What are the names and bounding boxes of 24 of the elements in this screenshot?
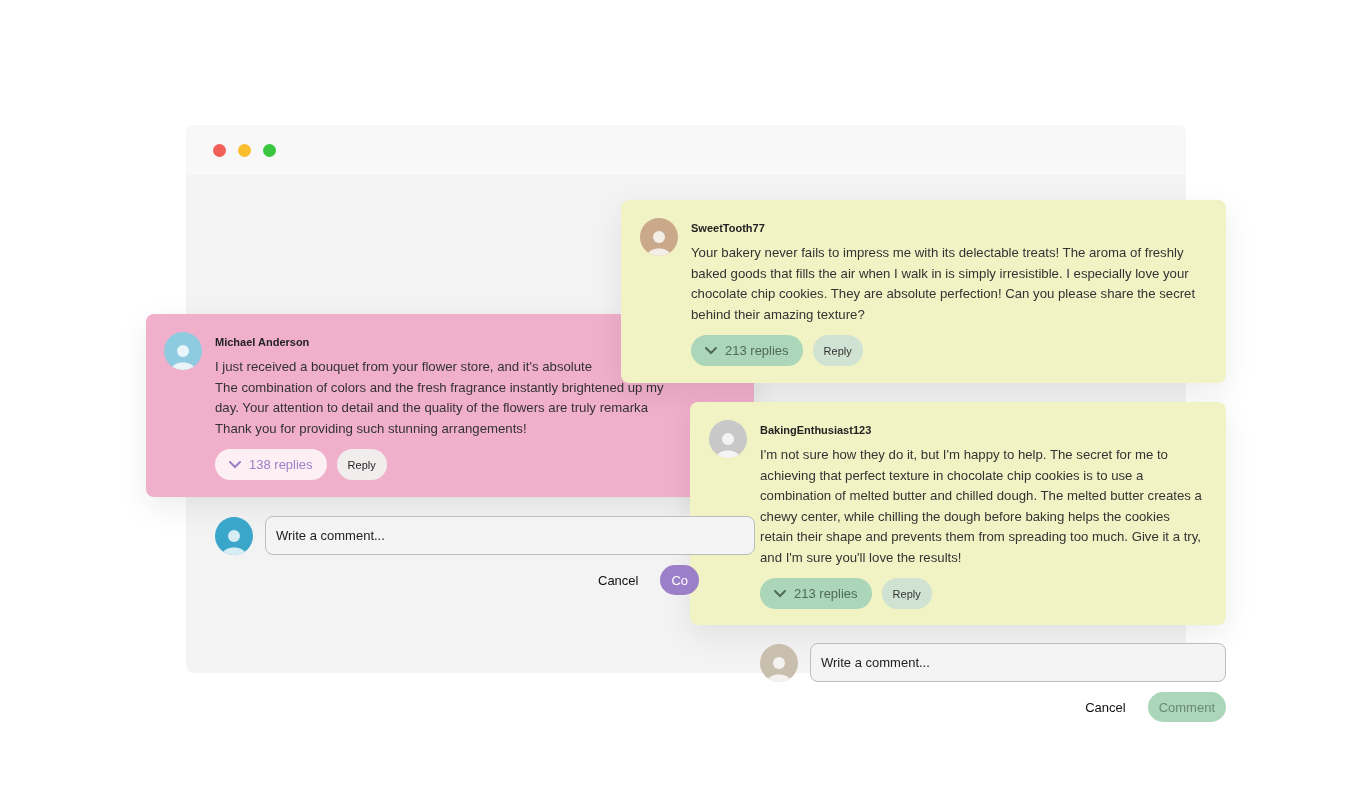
cancel-button[interactable]: Cancel <box>598 572 639 588</box>
reply-button[interactable]: Reply <box>812 335 863 366</box>
comment-input-field[interactable]: Write a comment... <box>265 516 755 555</box>
comment-text-line: Thank you for providing such stunning arrangements! <box>215 419 528 438</box>
chevron-down-icon <box>229 460 241 469</box>
cancel-button[interactable]: Cancel <box>1085 699 1126 715</box>
chevron-down-icon <box>705 346 717 355</box>
comment-text-line: day. Your attention to detail and the quality of the flowers are truly remarka <box>215 399 649 417</box>
minimize-icon[interactable] <box>238 143 251 157</box>
replies-toggle-button[interactable]: 213 replies <box>760 578 872 609</box>
comment-text: I'm not sure how they do it, but I'm happy to help. The secret for me to achieving that perfect texture in chocolate chip cookies is to use a combination of melted butter and chilled dough. The melted butter creates a chewy center, while chilling the dough before baking helps the cookies retain their shape and prevents them from spreading too much. Give it a try, and I'm sure you'll love the results! <box>760 446 1203 567</box>
reply-button[interactable]: Reply <box>336 449 387 480</box>
author-name: Michael Anderson <box>215 336 311 348</box>
comment-text: Your bakery never fails to impress me with its delectable treats! The aroma of freshly baked goods that fills the air when I walk in is simply irresistible. I especially love your chocolate chip cookies. They are absolute perfection! Can you please share the secret behind their amazing texture? <box>691 244 1197 324</box>
author-name: SweetTooth77 <box>691 222 766 234</box>
comment-text-line: I just received a bouquet from your flower store, and it's absolute <box>215 358 594 376</box>
close-icon[interactable] <box>213 143 226 157</box>
chevron-down-icon <box>774 589 786 598</box>
comment-input-field[interactable]: Write a comment... <box>810 643 1226 682</box>
replies-toggle-button[interactable]: 213 replies <box>691 335 803 366</box>
author-name: BakingEnthusiast123 <box>760 424 873 436</box>
comment-text-line: The combination of colors and the fresh fragrance instantly brightened up my <box>215 378 665 397</box>
maximize-icon[interactable] <box>263 143 276 157</box>
reply-button[interactable]: Reply <box>881 578 932 609</box>
